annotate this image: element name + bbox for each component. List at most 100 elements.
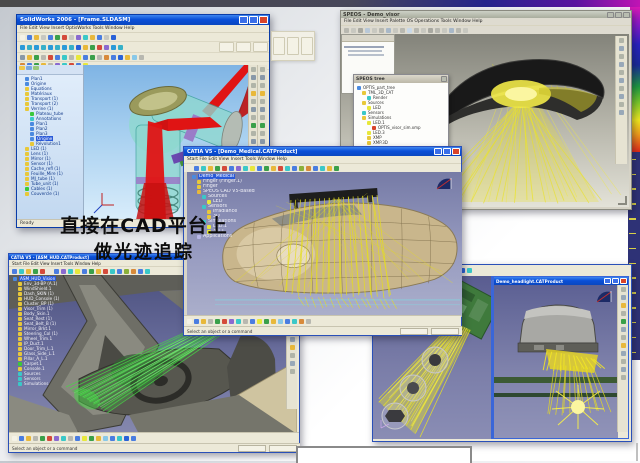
toolbar-icon[interactable] (103, 436, 108, 441)
toolbar-icon[interactable] (229, 166, 234, 171)
toolbar-icon[interactable] (110, 269, 115, 274)
toolbar-icon[interactable] (90, 55, 95, 60)
toolbar-icon[interactable] (306, 166, 311, 171)
toolbar-icon[interactable] (187, 166, 192, 171)
toolbar-icon[interactable] (442, 28, 447, 33)
toolbar-icon[interactable] (33, 436, 38, 441)
toolbar-icon[interactable] (619, 70, 624, 75)
close-button[interactable] (620, 278, 627, 284)
toolbar-icon[interactable] (271, 166, 276, 171)
maximize-button[interactable] (612, 278, 619, 284)
toolbar-icon[interactable] (117, 436, 122, 441)
toolbar-icon[interactable] (621, 311, 626, 316)
toolbar-icon[interactable] (222, 319, 227, 324)
toolbar-icon[interactable] (26, 269, 31, 274)
toolbar-icon[interactable] (285, 166, 290, 171)
toolbar-icon[interactable] (145, 269, 150, 274)
toolbar-icon[interactable] (435, 28, 440, 33)
toolbar-icon[interactable] (111, 35, 116, 40)
toolbar-icon[interactable] (250, 319, 255, 324)
toolbar-icon[interactable] (34, 45, 39, 50)
toolbar-icon[interactable] (292, 166, 297, 171)
toolbar-icon[interactable] (236, 166, 241, 171)
toolbar-icon[interactable] (40, 436, 45, 441)
toolbar-icon[interactable] (110, 436, 115, 441)
toolbar-icon[interactable] (215, 319, 220, 324)
toolbar-icon[interactable] (290, 369, 295, 374)
toolbar-icon[interactable] (222, 166, 227, 171)
toolbar-icon[interactable] (118, 55, 123, 60)
toolbar-icon[interactable] (124, 269, 129, 274)
toolbar-icon[interactable] (619, 78, 624, 83)
toolbar-icon[interactable] (351, 28, 356, 33)
tree-item[interactable]: Simulations (11, 381, 97, 386)
minimize-button[interactable] (239, 16, 248, 24)
visor-menu-bar[interactable]: File Edit View Insert Palette OS Operati… (341, 18, 631, 26)
toolbar-icon[interactable] (456, 28, 461, 33)
toolbar-icon[interactable] (251, 83, 256, 88)
close-button[interactable] (452, 148, 460, 155)
toolbar-icon[interactable] (260, 75, 265, 80)
speos-palette-title-bar[interactable]: SPEOS tree (354, 75, 448, 83)
compass-icon[interactable] (434, 176, 454, 192)
visor-right-toolbar[interactable] (615, 36, 627, 164)
toolbar-icon[interactable] (400, 28, 405, 33)
toolbar-icon[interactable] (621, 367, 626, 372)
solidworks-toolbar-optis[interactable] (17, 42, 269, 53)
toolbar-icon[interactable] (619, 54, 624, 59)
toolbar-icon[interactable] (111, 45, 116, 50)
toolbar-icon[interactable] (251, 107, 256, 112)
toolbar-icon[interactable] (285, 319, 290, 324)
close-button[interactable] (623, 12, 630, 18)
toolbar-icon[interactable] (407, 28, 412, 33)
toolbar-icon[interactable] (194, 319, 199, 324)
toolbar-icon[interactable] (313, 166, 318, 171)
tab-features-icon[interactable] (19, 66, 25, 70)
toolbar-icon[interactable] (117, 269, 122, 274)
toolbar-icon[interactable] (292, 319, 297, 324)
toolbar-icon[interactable] (27, 35, 32, 40)
palette-button-3[interactable] (301, 37, 313, 55)
compass-icon[interactable] (594, 289, 614, 305)
toolbar-icon[interactable] (118, 45, 123, 50)
toolbar-icon[interactable] (48, 45, 53, 50)
toolbar-icon[interactable] (111, 55, 116, 60)
toolbar-icon[interactable] (27, 45, 32, 50)
toolbar-icon[interactable] (54, 436, 59, 441)
toolbar-icon[interactable] (139, 55, 144, 60)
palette-close-button[interactable] (441, 76, 447, 82)
toolbar-icon[interactable] (48, 35, 53, 40)
toolbar-icon[interactable] (621, 335, 626, 340)
toolbar-icon[interactable] (251, 123, 256, 128)
toolbar-icon[interactable] (208, 319, 213, 324)
toolbar-icon[interactable] (194, 166, 199, 171)
toolbar-icon[interactable] (201, 166, 206, 171)
toolbar-icon[interactable] (619, 38, 624, 43)
solidworks-title-bar[interactable]: SolidWorks 2006 - [Frame.SLDASM] (17, 15, 269, 25)
toolbar-icon[interactable] (125, 55, 130, 60)
toolbar-icon[interactable] (132, 55, 137, 60)
toolbar-icon[interactable] (103, 269, 108, 274)
inner-title-bar[interactable]: Demo_headlight.CATProduct (494, 277, 628, 285)
palette-button-1[interactable] (273, 37, 285, 55)
maximize-button[interactable] (249, 16, 258, 24)
toolbar-icon[interactable] (138, 269, 143, 274)
toolbar-icon[interactable] (41, 55, 46, 60)
toolbar-icon[interactable] (621, 295, 626, 300)
speos-palette-tree[interactable]: OPTIS_part_treeTML_3D_CATRenderSourcesLE… (354, 83, 448, 147)
toolbar-icon[interactable] (75, 269, 80, 274)
toolbar-icon[interactable] (83, 55, 88, 60)
toolbar-icon[interactable] (20, 45, 25, 50)
toolbar-icon[interactable] (260, 107, 265, 112)
maximize-button[interactable] (615, 12, 622, 18)
minimize-button[interactable] (434, 148, 442, 155)
toolbar-icon[interactable] (97, 45, 102, 50)
toolbar-icon[interactable] (257, 166, 262, 171)
cm-button-1[interactable] (219, 42, 234, 52)
toolbar-icon[interactable] (278, 166, 283, 171)
car-menu-bar[interactable]: Start File Edit View Insert Tools Window… (184, 156, 461, 164)
toolbar-icon[interactable] (264, 166, 269, 171)
palette-button-2[interactable] (287, 37, 299, 55)
toolbar-icon[interactable] (41, 35, 46, 40)
toolbar-icon[interactable] (68, 269, 73, 274)
